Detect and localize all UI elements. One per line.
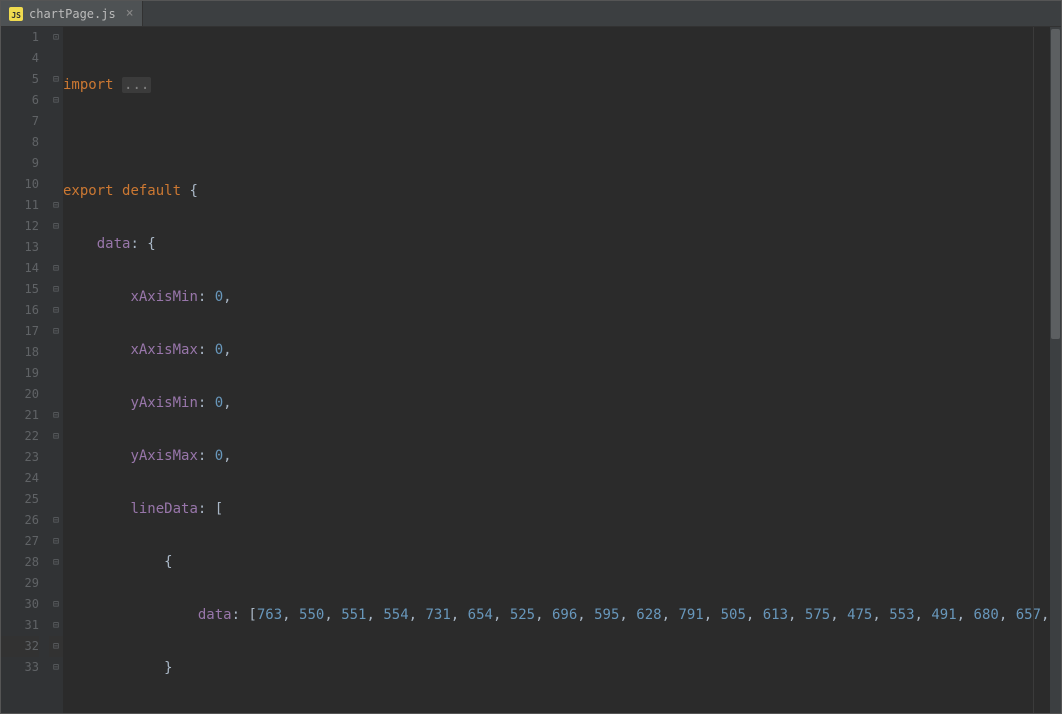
line-number: 13 [1,237,39,258]
code-line: xAxisMin: 0, [63,287,1061,308]
line-number: 27 [1,531,39,552]
fold-expanded-icon[interactable]: ⊟ [49,90,63,111]
line-number: 25 [1,489,39,510]
fold-expanded-icon[interactable]: ⊟ [49,69,63,90]
line-number: 30 [1,594,39,615]
line-number: 16 [1,300,39,321]
line-number: 21 [1,405,39,426]
vertical-scrollbar[interactable] [1050,27,1061,713]
code-line: import ... [63,75,1061,96]
line-number: 17 [1,321,39,342]
line-number: 8 [1,132,39,153]
line-number: 26 [1,510,39,531]
fold-expanded-icon[interactable]: ⊟ [49,510,63,531]
line-number: 1 [1,27,39,48]
code-line: { [63,552,1061,573]
line-number: 19 [1,363,39,384]
fold-expanded-icon[interactable]: ⊟ [49,258,63,279]
tab-filename: chartPage.js [29,7,116,21]
line-number: 24 [1,468,39,489]
line-number: 7 [1,111,39,132]
fold-expanded-icon[interactable]: ⊟ [49,657,63,678]
line-number: 12 [1,216,39,237]
line-number: 28 [1,552,39,573]
line-number: 14 [1,258,39,279]
code-line: data: { [63,234,1061,255]
fold-expanded-icon[interactable]: ⊟ [49,216,63,237]
line-number: 33 [1,657,39,678]
line-number: 20 [1,384,39,405]
tab-bar: JS chartPage.js × [1,1,1061,27]
fold-collapsed-icon[interactable]: ⊡ [49,27,63,48]
line-number-gutter: 1456789101112131415161718192021222324252… [1,27,49,713]
scrollbar-thumb[interactable] [1051,29,1060,339]
code-line: ], [63,711,1061,713]
fold-expanded-icon[interactable]: ⊟ [49,300,63,321]
line-number: 9 [1,153,39,174]
line-number: 5 [1,69,39,90]
line-number: 29 [1,573,39,594]
fold-expanded-icon[interactable]: ⊟ [49,615,63,636]
code-line: data: [763, 550, 551, 554, 731, 654, 525… [63,605,1061,626]
code-line: lineData: [ [63,499,1061,520]
right-margin-line [1033,27,1034,713]
code-line: export default { [63,181,1061,202]
line-number: 15 [1,279,39,300]
fold-expanded-icon[interactable]: ⊟ [49,321,63,342]
code-line: xAxisMax: 0, [63,340,1061,361]
line-number: 6 [1,90,39,111]
line-number: 10 [1,174,39,195]
line-number: 4 [1,48,39,69]
folded-region[interactable]: ... [122,77,151,93]
fold-column[interactable]: ⊡⊟⊟⊟⊟⊟⊟⊟⊟⊟⊟⊟⊟⊟⊟⊟⊟⊟ [49,27,63,713]
fold-expanded-icon[interactable]: ⊟ [49,279,63,300]
code-area[interactable]: import ... export default { data: { xAxi… [63,27,1061,713]
fold-expanded-icon[interactable]: ⊟ [49,552,63,573]
fold-expanded-icon[interactable]: ⊟ [49,195,63,216]
code-line: yAxisMax: 0, [63,446,1061,467]
file-tab[interactable]: JS chartPage.js × [1,1,143,26]
fold-expanded-icon[interactable]: ⊟ [49,636,63,657]
line-number: 22 [1,426,39,447]
code-editor[interactable]: 1456789101112131415161718192021222324252… [1,27,1061,713]
fold-expanded-icon[interactable]: ⊟ [49,426,63,447]
code-line: } [63,658,1061,679]
close-icon[interactable]: × [126,6,134,21]
fold-expanded-icon[interactable]: ⊟ [49,594,63,615]
fold-expanded-icon[interactable]: ⊟ [49,531,63,552]
line-number: 23 [1,447,39,468]
code-line: yAxisMin: 0, [63,393,1061,414]
line-number: 18 [1,342,39,363]
fold-expanded-icon[interactable]: ⊟ [49,405,63,426]
line-number: 32 [1,636,39,657]
line-number: 31 [1,615,39,636]
line-number: 11 [1,195,39,216]
js-file-icon: JS [9,7,23,21]
code-line [63,128,1061,149]
